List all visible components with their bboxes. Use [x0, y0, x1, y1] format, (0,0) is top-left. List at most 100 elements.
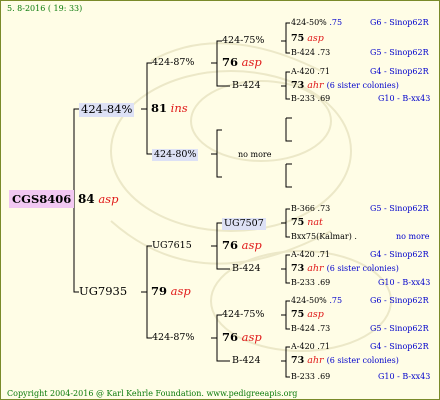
copyright-owner: Copyright 2004-2016 @ Karl Kehrle Founda…	[7, 389, 204, 398]
leaf-id: B-424	[291, 48, 315, 57]
gen1-sire-suffix: ins	[170, 101, 188, 115]
gen2-dd-suffix: asp	[241, 330, 262, 344]
gen2-ss-score: 76 asp	[222, 55, 262, 69]
leaf-val: .71	[317, 67, 331, 76]
leaf-src: G5 - Sinop62R	[370, 48, 429, 57]
root-id: CGS8406	[9, 190, 75, 208]
gen2-ss-num: 76	[222, 55, 239, 69]
leaf-val: .75	[329, 18, 343, 27]
gen2-ds-id[interactable]: UG7615	[152, 241, 192, 251]
gen1-dam-score: 79 asp	[151, 284, 191, 298]
leaf-id: 424-50%	[291, 296, 327, 305]
leaf-r7[interactable]: B-366 .73	[291, 205, 330, 213]
gen2-ds-suffix: asp	[241, 238, 262, 252]
leaf-r2: 75 asp	[291, 34, 324, 44]
gen2-sd-label: no more	[238, 150, 272, 159]
leaf-r10[interactable]: A-420 .71	[291, 251, 330, 259]
leaf-suffix: asp	[307, 309, 324, 320]
leaf-suffix: asp	[307, 33, 324, 44]
leaf-r16[interactable]: A-420 .71	[291, 343, 330, 351]
gen1-dam-suffix: asp	[170, 284, 191, 298]
leaf-r6[interactable]: B-233 .69	[291, 95, 330, 103]
root-queen[interactable]: CGS8406 84 asp	[9, 190, 119, 208]
leaf-src: G4 - Sinop62R	[370, 342, 429, 351]
leaf-num: 75	[291, 217, 305, 228]
gen3-e-id[interactable]: 424-75%	[222, 310, 264, 320]
gen1-dam-id[interactable]: UG7935	[79, 285, 127, 298]
leaf-src: G4 - Sinop62R	[370, 250, 429, 259]
leaf-id: 424-50%	[291, 18, 327, 27]
leaf-note: (6 sister colonies)	[326, 356, 399, 365]
leaf-id: B-424	[291, 324, 315, 333]
leaf-r1[interactable]: 424-50% .75	[291, 19, 342, 27]
leaf-r13[interactable]: 424-50% .75	[291, 297, 342, 305]
leaf-num: 75	[291, 309, 305, 320]
leaf-id: B-366	[291, 204, 315, 213]
leaf-r15[interactable]: B-424 .73	[291, 325, 330, 333]
leaf-src: G5 - Sinop62R	[370, 204, 429, 213]
leaf-suffix: ahr	[307, 80, 324, 91]
leaf-r5: 73 ahr (6 sister colonies)	[291, 81, 399, 91]
copyright-text: Copyright 2004-2016 @ Karl Kehrle Founda…	[7, 390, 297, 398]
gen2-dd-id[interactable]: 424-87%	[152, 333, 194, 343]
leaf-r9[interactable]: Bxx75(Kalmar) .	[291, 233, 357, 241]
gen3-d-id[interactable]: B-424	[232, 264, 261, 274]
leaf-src: no more	[396, 232, 430, 241]
leaf-num: 75	[291, 33, 305, 44]
gen3-f-id[interactable]: B-424	[232, 356, 261, 366]
leaf-src: G4 - Sinop62R	[370, 67, 429, 76]
leaf-r12[interactable]: B-233 .69	[291, 279, 330, 287]
leaf-suffix: ahr	[307, 355, 324, 366]
gen1-sire-score: 81 ins	[151, 101, 188, 115]
leaf-r8: 75 nat	[291, 218, 323, 228]
leaf-val: .	[354, 232, 357, 241]
gen1-sire-num: 81	[151, 101, 168, 115]
leaf-val: .71	[317, 250, 331, 259]
leaf-note: (6 sister colonies)	[326, 81, 399, 90]
leaf-src: G6 - Sinop62R	[370, 18, 429, 27]
leaf-r11: 73 ahr (6 sister colonies)	[291, 264, 399, 274]
leaf-id: A-420	[291, 342, 315, 351]
leaf-id: B-233	[291, 94, 315, 103]
gen3-a-id[interactable]: 424-75%	[222, 36, 264, 46]
leaf-r14: 75 asp	[291, 310, 324, 320]
gen2-ss-id[interactable]: 424-87%	[152, 58, 194, 68]
leaf-src: G10 - B-xx43	[378, 94, 431, 103]
leaf-src: G10 - B-xx43	[378, 278, 431, 287]
leaf-val: .69	[317, 372, 331, 381]
leaf-val: .73	[317, 48, 331, 57]
leaf-r18[interactable]: B-233 .69	[291, 373, 330, 381]
gen2-sd-id[interactable]: 424-80%	[152, 149, 199, 161]
leaf-num: 73	[291, 263, 305, 274]
leaf-src: G10 - B-xx43	[378, 372, 431, 381]
leaf-val: .69	[317, 278, 331, 287]
leaf-num: 73	[291, 80, 305, 91]
leaf-src: G6 - Sinop62R	[370, 296, 429, 305]
root-num: 84	[77, 192, 95, 206]
pedigree-chart: { "header":{"date":"5. 8-2016 ( 19: 33)"…	[0, 0, 440, 400]
root-suffix: asp	[98, 192, 119, 206]
leaf-suffix: nat	[307, 217, 323, 228]
leaf-id: B-233	[291, 372, 315, 381]
leaf-r3[interactable]: B-424 .73	[291, 49, 330, 57]
leaf-id: B-233	[291, 278, 315, 287]
leaf-id: Bxx75(Kalmar)	[291, 232, 352, 241]
gen2-dd-num: 76	[222, 330, 239, 344]
gen3-c-id[interactable]: UG7507	[222, 218, 266, 230]
leaf-r17: 73 ahr (6 sister colonies)	[291, 356, 399, 366]
gen2-dd-score: 76 asp	[222, 330, 262, 344]
gen2-ss-suffix: asp	[241, 55, 262, 69]
website-link[interactable]: www.pedigreeapis.org	[206, 389, 297, 398]
leaf-id: A-420	[291, 250, 315, 259]
leaf-r4[interactable]: A-420 .71	[291, 68, 330, 76]
leaf-val: .69	[317, 94, 331, 103]
gen3-b-id[interactable]: B-424	[232, 81, 261, 91]
leaf-note: (6 sister colonies)	[326, 264, 399, 273]
date-stamp: 5. 8-2016 ( 19: 33)	[7, 4, 83, 13]
leaf-src: G5 - Sinop62R	[370, 324, 429, 333]
leaf-val: .73	[317, 324, 331, 333]
leaf-val: .71	[317, 342, 331, 351]
gen2-ds-num: 76	[222, 238, 239, 252]
leaf-val: .73	[317, 204, 331, 213]
gen1-sire-id[interactable]: 424-84%	[79, 103, 135, 117]
